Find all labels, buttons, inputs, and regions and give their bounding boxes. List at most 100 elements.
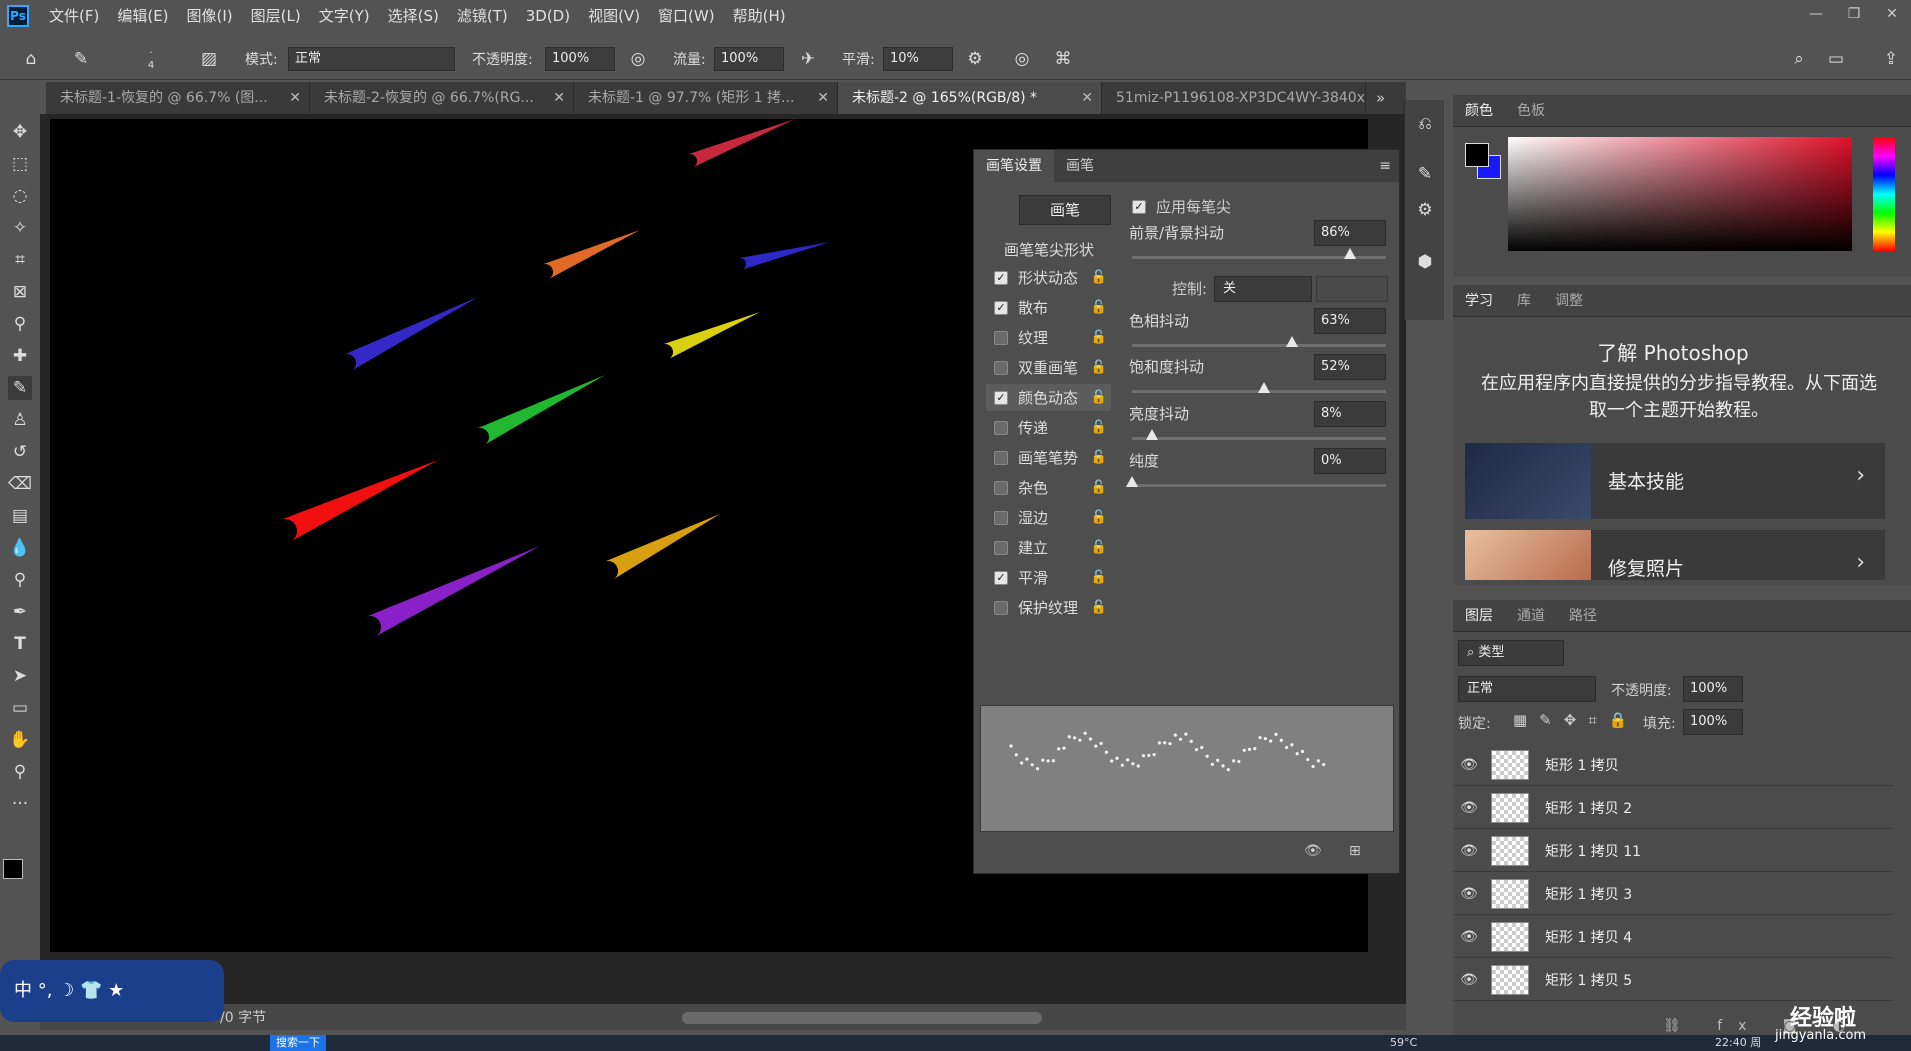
restore-button[interactable]: ❐ xyxy=(1835,0,1873,32)
brush-size-indicator[interactable]: · 4 xyxy=(140,48,162,71)
menu-layer[interactable]: 图层(L) xyxy=(242,0,310,32)
symmetry-icon[interactable]: ⌘ xyxy=(1052,48,1074,70)
menu-view[interactable]: 视图(V) xyxy=(579,0,649,32)
history-panel-icon[interactable]: ⎌ xyxy=(1413,112,1437,136)
visibility-eye-icon[interactable]: 👁 xyxy=(1453,972,1485,988)
zoom-tool-icon[interactable]: ⚲ xyxy=(8,760,32,784)
tab-close-icon[interactable]: ✕ xyxy=(553,82,565,114)
slider-thumb[interactable] xyxy=(1286,336,1299,347)
lock-icons[interactable]: ▦✎✥⌗🔒 xyxy=(1513,711,1639,729)
learn-card-basic-skills[interactable]: 基本技能 › xyxy=(1465,443,1885,519)
smoothing-input[interactable]: 10% xyxy=(883,47,953,71)
layer-filter-select[interactable]: ⌕ 类型 xyxy=(1458,640,1564,666)
gradient-tool-icon[interactable]: ▤ xyxy=(8,504,32,528)
tab-libraries[interactable]: 库 xyxy=(1505,285,1543,317)
foreground-color-swatch[interactable] xyxy=(3,859,23,879)
close-button[interactable]: ✕ xyxy=(1873,0,1911,32)
tab-close-icon[interactable]: ✕ xyxy=(289,82,301,114)
layer-row[interactable]: 👁 矩形 1 拷贝 5 xyxy=(1453,960,1893,1001)
layer-row[interactable]: 👁 矩形 1 拷贝 2 xyxy=(1453,788,1893,829)
blend-mode-select[interactable]: 正常 xyxy=(1458,676,1596,702)
brush-panel-toggle-icon[interactable]: ▨ xyxy=(198,48,220,70)
ime-toolbar[interactable]: 中 °, ☽ 👕 ★ xyxy=(0,960,224,1022)
more-tools-icon[interactable]: ··· xyxy=(8,792,32,816)
home-icon[interactable]: ⌂ xyxy=(20,48,42,70)
pressure-size-icon[interactable]: ◎ xyxy=(1011,48,1033,70)
gear-icon[interactable]: ⚙ xyxy=(964,48,986,70)
color-fg-swatch[interactable] xyxy=(1465,143,1489,167)
type-tool-icon[interactable]: T xyxy=(8,632,32,656)
airbrush-icon[interactable]: ✈ xyxy=(797,48,819,70)
frame-tool-icon[interactable]: ⊠ xyxy=(8,280,32,304)
stamp-tool-icon[interactable]: ♙ xyxy=(8,408,32,432)
tab-close-icon[interactable]: ✕ xyxy=(817,82,829,114)
tab-adjustments[interactable]: 调整 xyxy=(1543,285,1595,317)
layer-opacity-input[interactable]: 100% xyxy=(1683,676,1743,702)
rectangle-tool-icon[interactable]: ▭ xyxy=(8,696,32,720)
visibility-eye-icon[interactable]: 👁 xyxy=(1453,757,1485,773)
visibility-eye-icon[interactable]: 👁 xyxy=(1453,886,1485,902)
layer-row[interactable]: 👁 矩形 1 拷贝 4 xyxy=(1453,917,1893,958)
history-brush-tool-icon[interactable]: ↺ xyxy=(8,440,32,464)
brush-preset-icon[interactable]: ✎ xyxy=(70,48,92,70)
healing-tool-icon[interactable]: ✚ xyxy=(8,344,32,368)
tab-learn[interactable]: 学习 xyxy=(1453,285,1505,317)
blur-tool-icon[interactable]: 💧 xyxy=(8,536,32,560)
slider-track[interactable] xyxy=(1126,476,1386,487)
mode-select[interactable]: 正常 xyxy=(288,47,455,71)
3d-panel-icon[interactable]: ⬢ xyxy=(1413,250,1437,274)
quick-select-tool-icon[interactable]: ✧ xyxy=(8,216,32,240)
hand-tool-icon[interactable]: ✋ xyxy=(8,728,32,752)
tab-paths[interactable]: 路径 xyxy=(1557,600,1609,632)
slider-value-input[interactable]: 0% xyxy=(1314,448,1386,474)
layer-fill-input[interactable]: 100% xyxy=(1683,709,1743,735)
pen-tool-icon[interactable]: ✒ xyxy=(8,600,32,624)
path-select-tool-icon[interactable]: ➤ xyxy=(8,664,32,688)
slider-thumb[interactable] xyxy=(1258,382,1271,393)
brush-tool-icon[interactable]: ✎ xyxy=(8,376,32,400)
tab-color[interactable]: 颜色 xyxy=(1453,95,1505,127)
horizontal-scrollbar[interactable] xyxy=(682,1012,1042,1024)
eraser-tool-icon[interactable]: ⌫ xyxy=(8,472,32,496)
share-icon[interactable]: ⇪ xyxy=(1880,48,1902,70)
create-new-brush-icon[interactable]: ⊞ xyxy=(1349,843,1361,859)
brush-settings-panel-icon[interactable]: ✎ xyxy=(1413,162,1437,186)
menu-3d[interactable]: 3D(D) xyxy=(517,0,579,32)
menu-file[interactable]: 文件(F) xyxy=(40,0,108,32)
search-icon[interactable]: ⌕ xyxy=(1788,48,1810,70)
slider-track[interactable] xyxy=(1132,248,1386,259)
tab-swatches[interactable]: 色板 xyxy=(1505,95,1557,127)
layer-row[interactable]: 👁 矩形 1 拷贝 3 xyxy=(1453,874,1893,915)
slider-value-input[interactable]: 86% xyxy=(1314,220,1386,246)
tab-doc-5[interactable]: 51miz-P1196108-XP3DC4WY-3840x25 xyxy=(1102,82,1366,114)
slider-thumb[interactable] xyxy=(1344,248,1357,259)
menu-window[interactable]: 窗口(W) xyxy=(649,0,724,32)
tab-layers[interactable]: 图层 xyxy=(1453,600,1505,632)
marquee-tool-icon[interactable]: ⬚ xyxy=(8,152,32,176)
crop-tool-icon[interactable]: ⌗ xyxy=(8,248,32,272)
menu-edit[interactable]: 编辑(E) xyxy=(108,0,177,32)
tab-close-icon[interactable]: ✕ xyxy=(1081,82,1093,114)
pressure-opacity-icon[interactable]: ◎ xyxy=(627,48,649,70)
workspace-icon[interactable]: ▭ xyxy=(1825,48,1847,70)
layer-row[interactable]: 👁 矩形 1 拷贝 xyxy=(1453,745,1893,786)
visibility-eye-icon[interactable]: 👁 xyxy=(1453,800,1485,816)
slider-value-input[interactable]: 52% xyxy=(1314,354,1386,380)
lasso-tool-icon[interactable]: ◌ xyxy=(8,184,32,208)
slider-track[interactable] xyxy=(1132,336,1386,347)
tab-doc-3[interactable]: 未标题-1 @ 97.7% (矩形 1 拷... ✕ xyxy=(574,82,838,114)
tab-channels[interactable]: 通道 xyxy=(1505,600,1557,632)
minimize-button[interactable]: — xyxy=(1797,0,1835,32)
visibility-eye-icon[interactable]: 👁 xyxy=(1453,929,1485,945)
slider-thumb[interactable] xyxy=(1146,429,1159,440)
tab-doc-2[interactable]: 未标题-2-恢复的 @ 66.7%(RG... ✕ xyxy=(310,82,574,114)
opacity-input[interactable]: 100% xyxy=(545,47,615,71)
slider-value-input[interactable]: 8% xyxy=(1314,401,1386,427)
menu-image[interactable]: 图像(I) xyxy=(178,0,242,32)
control-select[interactable]: 关 xyxy=(1214,276,1312,302)
tabs-overflow-button[interactable]: » xyxy=(1376,82,1385,114)
tab-doc-1[interactable]: 未标题-1-恢复的 @ 66.7% (图... ✕ xyxy=(46,82,310,114)
color-field[interactable] xyxy=(1508,137,1852,251)
dodge-tool-icon[interactable]: ⚲ xyxy=(8,568,32,592)
layer-row[interactable]: 👁 矩形 1 拷贝 11 xyxy=(1453,831,1893,872)
